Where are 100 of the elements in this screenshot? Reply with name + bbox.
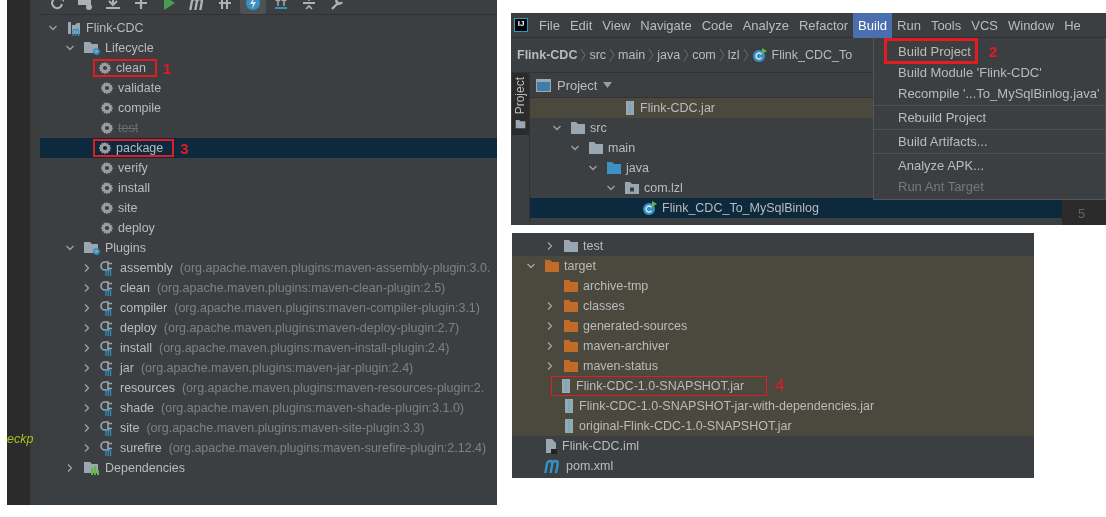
tree-item[interactable]: maven-archiver (512, 336, 1034, 356)
menu-item[interactable]: Refactor (793, 13, 854, 38)
tree-item[interactable]: target (512, 256, 1034, 276)
chevron-icon[interactable] (545, 321, 555, 331)
folder-icon (83, 240, 101, 256)
tree-item[interactable]: surefire (org.apache.maven.plugins:maven-surefire-plugin:2.12.4) (40, 438, 497, 458)
tree-item[interactable]: Dependencies (40, 458, 497, 478)
tree-item[interactable]: test (512, 236, 1034, 256)
chevron-icon[interactable] (82, 443, 92, 453)
chevron-icon[interactable] (48, 23, 58, 33)
tree-item[interactable]: Flink-CDC.iml (512, 436, 1034, 456)
chevron-icon[interactable] (82, 303, 92, 313)
tree-item[interactable]: jar (org.apache.maven.plugins:maven-jar-plugin:2.4) (40, 358, 497, 378)
tree-item[interactable]: resources (org.apache.maven.plugins:maven-resources-plugin:2. (40, 378, 497, 398)
menu-item[interactable]: Analyze (737, 13, 794, 38)
item-detail: (org.apache.maven.plugins:maven-shade-plugin:3.1.0) (161, 401, 465, 415)
menu-item[interactable]: Window (1002, 13, 1060, 38)
tree-item[interactable]: Flink-CDC-1.0-SNAPSHOT-jar-with-dependencies.jar (512, 396, 1034, 416)
tree-item[interactable]: pom.xml (512, 456, 1034, 476)
breadcrumb-item[interactable]: Flink-CDC (517, 48, 578, 62)
breadcrumb-item[interactable]: main (618, 48, 646, 62)
menu-item[interactable]: Code (696, 13, 738, 38)
tree-item[interactable]: clean (org.apache.maven.plugins:maven-clean-plugin:2.5) (40, 278, 497, 298)
tree-item[interactable]: site (40, 198, 497, 218)
tree-item[interactable]: generated-sources (512, 316, 1034, 336)
gear-icon (100, 81, 114, 95)
chevron-icon[interactable] (82, 263, 92, 273)
menu-item[interactable]: Rebuild Project (874, 107, 1105, 128)
chevron-icon[interactable] (82, 363, 92, 373)
tree-item[interactable]: Flink_CDC_To_MySqlBinlog (530, 198, 1062, 218)
breadcrumb-item[interactable]: Flink_CDC_To (771, 48, 853, 62)
breadcrumb-item[interactable]: java (657, 48, 681, 62)
folder-icon (514, 119, 526, 130)
menu-item[interactable]: Run (892, 13, 926, 38)
item-label: Flink-CDC-1.0-SNAPSHOT.jar (576, 379, 745, 393)
chevron-icon[interactable] (545, 361, 555, 371)
jar-icon (563, 418, 575, 434)
tree-item[interactable]: shade (org.apache.maven.plugins:maven-shade-plugin:3.1.0) (40, 398, 497, 418)
tree-item[interactable]: Lifecycle (40, 38, 497, 58)
chevron-icon[interactable] (526, 261, 536, 271)
tree-item[interactable]: install (40, 178, 497, 198)
tree-item[interactable]: assembly (org.apache.maven.plugins:maven-assembly-plugin:3.0. (40, 258, 497, 278)
chevron-icon[interactable] (545, 341, 555, 351)
chevron-icon[interactable] (82, 383, 92, 393)
item-label: original-Flink-CDC-1.0-SNAPSHOT.jar (579, 419, 792, 433)
tool-window-tab[interactable]: Project (511, 73, 529, 136)
item-detail: (org.apache.maven.plugins:maven-site-plugin:3.3) (146, 421, 425, 435)
maven-icon (544, 458, 562, 474)
chevron-icon[interactable] (545, 301, 555, 311)
chevron-icon[interactable] (82, 283, 92, 293)
menu-item[interactable]: Build Project 2 (874, 41, 1105, 62)
menu-item[interactable]: Analyze APK... (874, 155, 1105, 176)
tree-item[interactable]: install (org.apache.maven.plugins:maven-install-plugin:2.4) (40, 338, 497, 358)
tree-item[interactable]: archive-tmp (512, 276, 1034, 296)
tree-item[interactable]: maven-status (512, 356, 1034, 376)
chevron-icon[interactable] (65, 43, 75, 53)
menu-item[interactable]: Build Module 'Flink-CDC' (874, 62, 1105, 83)
menu-item[interactable]: Navigate (635, 13, 697, 38)
tree-item[interactable]: deploy (40, 218, 497, 238)
chevron-icon[interactable] (82, 343, 92, 353)
item-label: Flink-CDC (86, 21, 144, 35)
chevron-icon[interactable] (588, 163, 598, 173)
breadcrumb-item[interactable]: lzl (727, 48, 740, 62)
menu-item[interactable]: Build (853, 13, 892, 38)
breadcrumb-item[interactable]: src (589, 48, 607, 62)
menu-item[interactable]: VCS (966, 13, 1003, 38)
tree-item[interactable]: Plugins (40, 238, 497, 258)
tree-item[interactable]: Flink-CDC (40, 18, 497, 38)
chevron-icon[interactable] (65, 243, 75, 253)
tree-item[interactable]: package 3 (40, 138, 497, 158)
menu-item[interactable]: Tools (925, 13, 967, 38)
menu-item[interactable]: Edit (564, 13, 598, 38)
tree-item[interactable]: deploy (org.apache.maven.plugins:maven-deploy-plugin:2.7) (40, 318, 497, 338)
folder-icon (606, 161, 622, 175)
chevron-icon[interactable] (552, 123, 562, 133)
chevron-icon[interactable] (82, 403, 92, 413)
tree-item[interactable]: clean 1 (40, 58, 497, 78)
tree-item[interactable]: site (org.apache.maven.plugins:maven-site-plugin:3.3) (40, 418, 497, 438)
tree-item[interactable]: original-Flink-CDC-1.0-SNAPSHOT.jar (512, 416, 1034, 436)
chevron-icon[interactable] (82, 423, 92, 433)
menu-item[interactable]: File (534, 13, 565, 38)
folder-icon (563, 359, 579, 373)
tree-item[interactable]: validate (40, 78, 497, 98)
tree-item[interactable]: compiler (org.apache.maven.plugins:maven-compiler-plugin:3.1) (40, 298, 497, 318)
chevron-icon[interactable] (570, 143, 580, 153)
chevron-icon[interactable] (65, 463, 75, 473)
menu-item[interactable]: View (597, 13, 636, 38)
breadcrumb-item[interactable]: com (692, 48, 716, 62)
chevron-icon[interactable] (606, 183, 616, 193)
tree-item[interactable]: verify (40, 158, 497, 178)
item-detail: (org.apache.maven.plugins:maven-install-plugin:2.4) (158, 341, 450, 355)
tree-item[interactable]: Flink-CDC-1.0-SNAPSHOT.jar 4 (512, 376, 1034, 396)
tree-item[interactable]: compile (40, 98, 497, 118)
chevron-icon[interactable] (82, 323, 92, 333)
menu-item[interactable]: Build Artifacts... (874, 131, 1105, 152)
chevron-icon[interactable] (545, 241, 555, 251)
menu-item[interactable]: He (1059, 13, 1086, 38)
item-label: shade (120, 401, 155, 415)
item-detail: (org.apache.maven.plugins:maven-assembly-plugin:3.0. (179, 261, 491, 275)
tree-item[interactable]: classes (512, 296, 1034, 316)
